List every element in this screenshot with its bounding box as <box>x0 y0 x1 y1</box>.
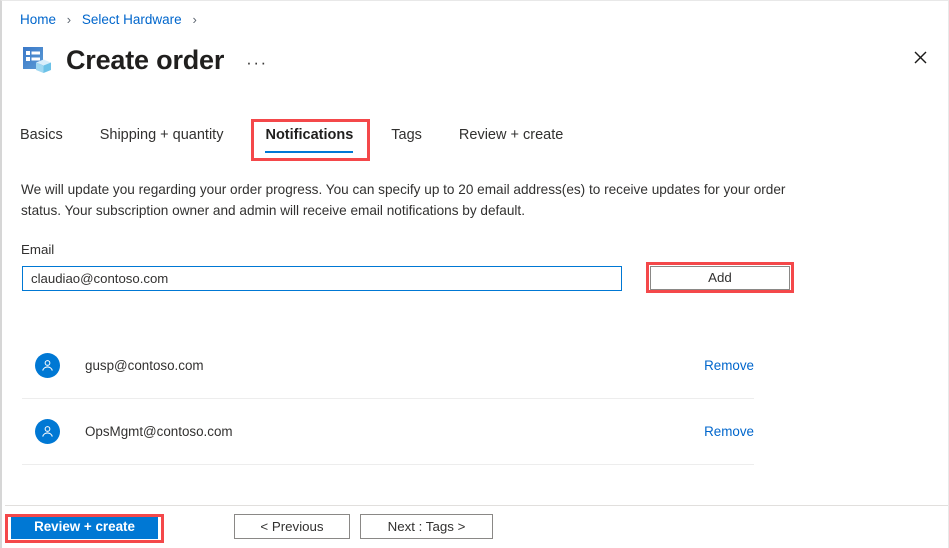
breadcrumb-separator-icon: › <box>192 12 197 27</box>
page-header: Create order ··· <box>20 38 268 82</box>
user-avatar-icon <box>35 353 60 378</box>
tab-basics[interactable]: Basics <box>20 126 63 153</box>
tab-review-create[interactable]: Review + create <box>459 126 563 153</box>
list-item: gusp@contoso.com Remove <box>22 333 754 399</box>
recipient-email: gusp@contoso.com <box>85 358 204 373</box>
remove-recipient-link[interactable]: Remove <box>704 358 754 373</box>
wizard-tabs: Basics Shipping + quantity Notifications… <box>20 126 600 160</box>
wizard-footer: Review + create < Previous Next : Tags > <box>2 506 948 548</box>
list-item: OpsMgmt@contoso.com Remove <box>22 399 754 465</box>
recipient-email: OpsMgmt@contoso.com <box>85 424 233 439</box>
create-order-blade: Home › Select Hardware › Create order ··… <box>0 0 949 548</box>
remove-recipient-link[interactable]: Remove <box>704 424 754 439</box>
breadcrumb-item-select-hardware[interactable]: Select Hardware <box>82 12 182 27</box>
order-box-icon <box>20 43 54 77</box>
recipient-list: gusp@contoso.com Remove OpsMgmt@contoso.… <box>22 333 754 465</box>
breadcrumb: Home › Select Hardware › <box>20 11 204 29</box>
next-button[interactable]: Next : Tags > <box>360 514 493 539</box>
close-icon[interactable] <box>904 41 936 73</box>
email-input[interactable] <box>22 266 622 291</box>
breadcrumb-item-home[interactable]: Home <box>20 12 56 27</box>
tab-notifications[interactable]: Notifications <box>265 126 353 153</box>
breadcrumb-separator-icon: › <box>66 12 72 27</box>
previous-button[interactable]: < Previous <box>234 514 350 539</box>
add-button[interactable]: Add <box>650 266 790 290</box>
tab-tags[interactable]: Tags <box>391 126 422 153</box>
review-create-button[interactable]: Review + create <box>11 514 158 539</box>
tab-shipping-quantity[interactable]: Shipping + quantity <box>100 126 224 153</box>
notifications-description: We will update you regarding your order … <box>21 182 786 218</box>
user-avatar-icon <box>35 419 60 444</box>
page-title: Create order <box>66 45 225 75</box>
more-options-icon[interactable]: ··· <box>246 50 267 71</box>
email-field-label: Email <box>21 242 55 257</box>
